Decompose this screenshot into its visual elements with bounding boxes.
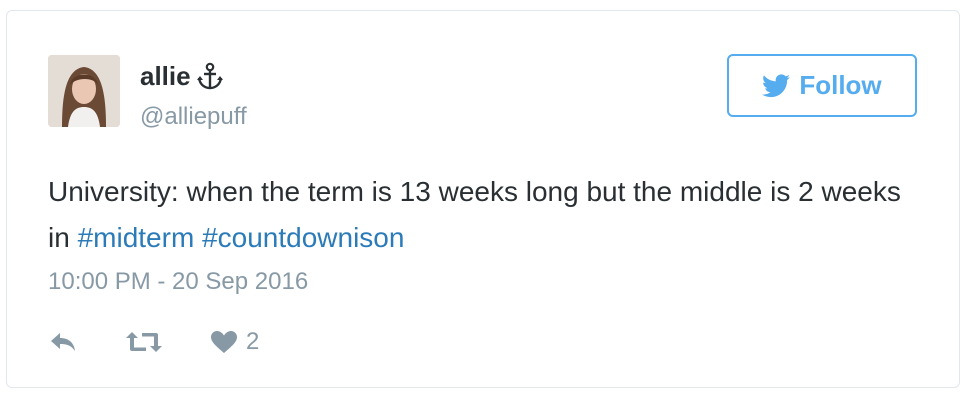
like-button[interactable]: 2: [210, 328, 259, 356]
author-name-row: allie: [140, 61, 225, 91]
tweet-card: allie @alliepuff Follow University: when…: [6, 10, 960, 388]
profile-photo: [48, 55, 120, 127]
follow-button[interactable]: Follow: [727, 54, 917, 117]
reply-button[interactable]: [48, 330, 78, 354]
avatar[interactable]: [48, 55, 120, 127]
user-handle[interactable]: @alliepuff: [140, 103, 247, 131]
like-count: 2: [246, 328, 260, 355]
anchor-icon: [195, 61, 225, 91]
twitter-bird-icon: [762, 73, 791, 98]
tweet-actions: 2: [48, 326, 259, 358]
tweet-text: University: when the term is 13 weeks lo…: [48, 169, 928, 261]
retweet-icon: [124, 330, 164, 354]
display-name[interactable]: allie: [140, 61, 191, 91]
retweet-button[interactable]: [124, 330, 164, 354]
hashtag-countdownison[interactable]: #countdownison: [202, 222, 404, 253]
hashtag-midterm[interactable]: #midterm: [78, 222, 195, 253]
follow-label: Follow: [799, 70, 882, 100]
reply-icon: [48, 330, 78, 354]
heart-icon: [210, 330, 238, 354]
tweet-timestamp[interactable]: 10:00 PM - 20 Sep 2016: [48, 267, 308, 297]
